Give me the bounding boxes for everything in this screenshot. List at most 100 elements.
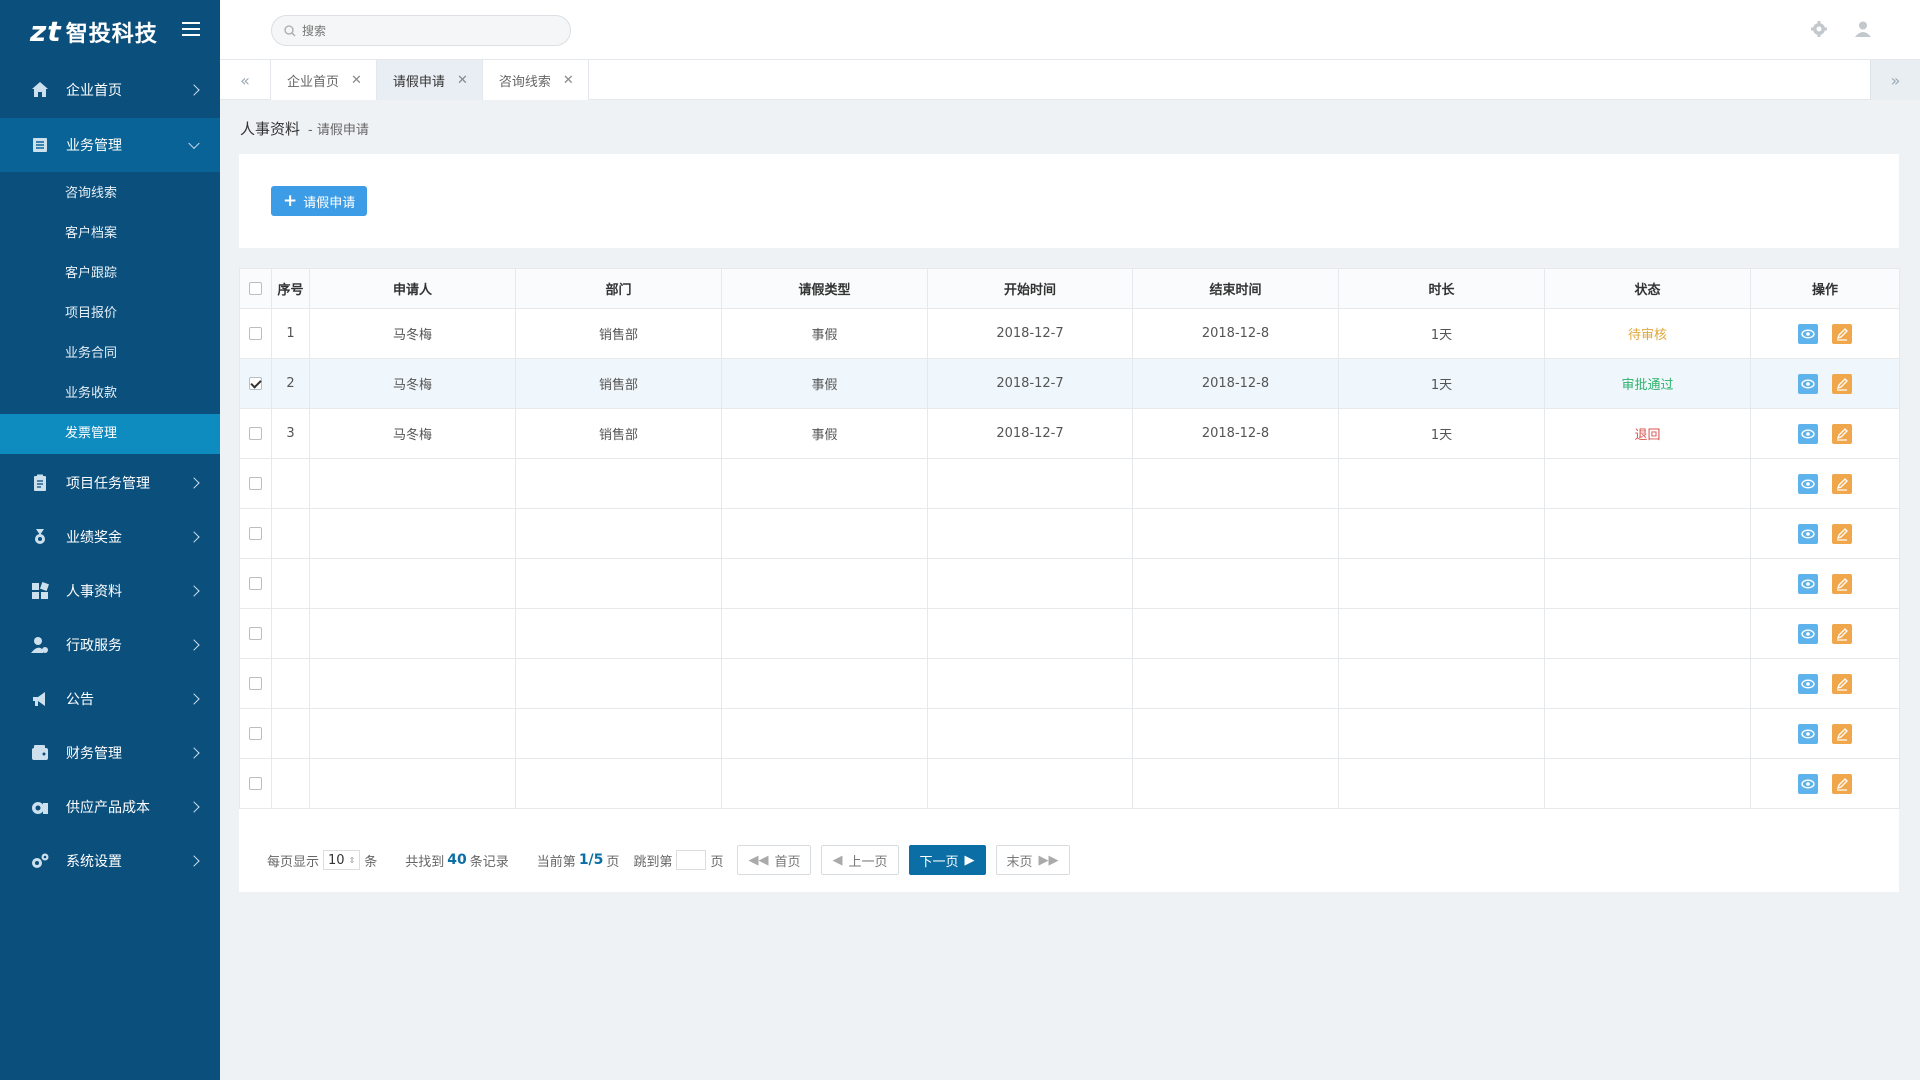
jump-page-input[interactable]: [676, 850, 707, 870]
sidebar-subitem[interactable]: 客户档案: [0, 214, 220, 254]
gear-icon[interactable]: [1810, 20, 1828, 38]
edit-icon[interactable]: [1832, 673, 1852, 694]
sidebar-item-4[interactable]: 人事资料: [0, 564, 220, 618]
per-page-select[interactable]: 10 ⇕: [323, 850, 361, 870]
table-row[interactable]: [239, 508, 1900, 559]
view-icon[interactable]: [1798, 723, 1818, 744]
view-icon[interactable]: [1798, 473, 1818, 494]
prev-page-button[interactable]: ◀ 上一页: [821, 845, 899, 875]
row-checkbox[interactable]: [249, 477, 262, 490]
row-select-cell[interactable]: [239, 608, 272, 659]
table-row[interactable]: [239, 608, 1900, 659]
sidebar-item-6[interactable]: 公告: [0, 672, 220, 726]
sidebar-item-0[interactable]: 企业首页: [0, 62, 220, 118]
sidebar-subitem[interactable]: 咨询线索: [0, 174, 220, 214]
sidebar-item-2[interactable]: 项目任务管理: [0, 456, 220, 510]
row-checkbox[interactable]: [249, 377, 262, 390]
sidebar-item-9[interactable]: 系统设置: [0, 834, 220, 888]
edit-icon[interactable]: [1832, 423, 1852, 444]
sidebar-subitem[interactable]: 发票管理: [0, 414, 220, 454]
row-checkbox[interactable]: [249, 427, 262, 440]
table-row[interactable]: [239, 658, 1900, 709]
table-row[interactable]: [239, 558, 1900, 609]
edit-icon[interactable]: [1832, 623, 1852, 644]
tabs-scroll-left-icon[interactable]: «: [220, 60, 270, 100]
sidebar-subitem[interactable]: 项目报价: [0, 294, 220, 334]
edit-icon[interactable]: [1832, 323, 1852, 344]
sidebar-subitem[interactable]: 客户跟踪: [0, 254, 220, 294]
add-leave-button[interactable]: + 请假申请: [271, 186, 368, 216]
row-checkbox[interactable]: [249, 577, 262, 590]
edit-icon[interactable]: [1832, 523, 1852, 544]
cell-dept: 销售部: [515, 308, 722, 359]
sidebar-nav: 企业首页 业务管理 咨询线索 客户档案 客户跟踪 项目报价 业务合同 业务收款 发票管理 项目任务…: [0, 62, 220, 888]
tab-1[interactable]: 请假申请 ✕: [375, 60, 483, 100]
table-row[interactable]: 2 马冬梅 销售部 事假 2018-12-7 2018-12-8 1天 审批通过: [239, 358, 1900, 409]
sidebar-item-1[interactable]: 业务管理: [0, 118, 220, 172]
view-icon[interactable]: [1798, 673, 1818, 694]
row-select-cell[interactable]: [239, 708, 272, 759]
cell-no: 3: [271, 408, 310, 459]
view-icon[interactable]: [1798, 623, 1818, 644]
empty-cell: [721, 708, 928, 759]
view-icon[interactable]: [1798, 573, 1818, 594]
edit-icon[interactable]: [1832, 723, 1852, 744]
row-checkbox[interactable]: [249, 527, 262, 540]
empty-cell: [927, 758, 1133, 809]
menu-toggle-icon[interactable]: [182, 22, 200, 36]
next-page-button[interactable]: 下一页 ▶: [908, 845, 986, 875]
row-select-cell[interactable]: [239, 658, 272, 709]
view-icon[interactable]: [1798, 523, 1818, 544]
user-icon[interactable]: [1854, 20, 1872, 38]
tab-label: 请假申请: [392, 74, 445, 90]
tab-label: 咨询线索: [498, 74, 551, 90]
table-row[interactable]: 1 马冬梅 销售部 事假 2018-12-7 2018-12-8 1天 待审核: [239, 308, 1900, 359]
empty-cell: [721, 458, 928, 509]
column-header: 状态: [1544, 268, 1751, 309]
row-select-cell[interactable]: [239, 508, 272, 559]
row-select-cell[interactable]: [239, 758, 272, 809]
view-icon[interactable]: [1798, 423, 1818, 444]
last-page-button[interactable]: 末页 ▶▶: [995, 845, 1070, 875]
edit-icon[interactable]: [1832, 373, 1852, 394]
sidebar-subitem[interactable]: 业务收款: [0, 374, 220, 414]
sidebar-item-3[interactable]: 业绩奖金: [0, 510, 220, 564]
table-row[interactable]: [239, 458, 1900, 509]
row-select-cell[interactable]: [239, 558, 272, 609]
row-select-cell[interactable]: [239, 308, 272, 359]
empty-cell: [927, 658, 1133, 709]
close-icon[interactable]: ✕: [457, 73, 468, 88]
row-select-cell[interactable]: [239, 358, 272, 409]
row-select-cell[interactable]: [239, 458, 272, 509]
tabs-scroll-right-icon[interactable]: »: [1870, 60, 1920, 100]
sidebar-item-5[interactable]: 行政服务: [0, 618, 220, 672]
row-checkbox[interactable]: [249, 327, 262, 340]
search-input[interactable]: [302, 23, 542, 38]
view-icon[interactable]: [1798, 373, 1818, 394]
sidebar-item-7[interactable]: 财务管理: [0, 726, 220, 780]
search-box[interactable]: [271, 15, 571, 46]
row-select-cell[interactable]: [239, 408, 272, 459]
first-page-button[interactable]: ◀◀ 首页: [737, 845, 812, 875]
row-checkbox[interactable]: [249, 727, 262, 740]
view-icon[interactable]: [1798, 773, 1818, 794]
table-row[interactable]: 3 马冬梅 销售部 事假 2018-12-7 2018-12-8 1天 退回: [239, 408, 1900, 459]
edit-icon[interactable]: [1832, 573, 1852, 594]
tab-2[interactable]: 咨询线索 ✕: [481, 60, 589, 100]
table-row[interactable]: [239, 708, 1900, 759]
close-icon[interactable]: ✕: [351, 73, 362, 88]
row-checkbox[interactable]: [249, 627, 262, 640]
sidebar-item-8[interactable]: 供应产品成本: [0, 780, 220, 834]
view-icon[interactable]: [1798, 323, 1818, 344]
close-icon[interactable]: ✕: [563, 73, 574, 88]
row-checkbox[interactable]: [249, 677, 262, 690]
edit-icon[interactable]: [1832, 773, 1852, 794]
select-all-checkbox[interactable]: [249, 282, 262, 295]
sidebar-subitem[interactable]: 业务合同: [0, 334, 220, 374]
row-checkbox[interactable]: [249, 777, 262, 790]
sidebar: zt 智投科技 企业首页 业务管理 咨询线索 客户档案 客户跟踪 项目报价 业务合同 业务收款发…: [0, 0, 220, 1080]
table-row[interactable]: [239, 758, 1900, 809]
select-all-cell[interactable]: [239, 268, 272, 309]
tab-0[interactable]: 企业首页 ✕: [270, 60, 377, 100]
edit-icon[interactable]: [1832, 473, 1852, 494]
